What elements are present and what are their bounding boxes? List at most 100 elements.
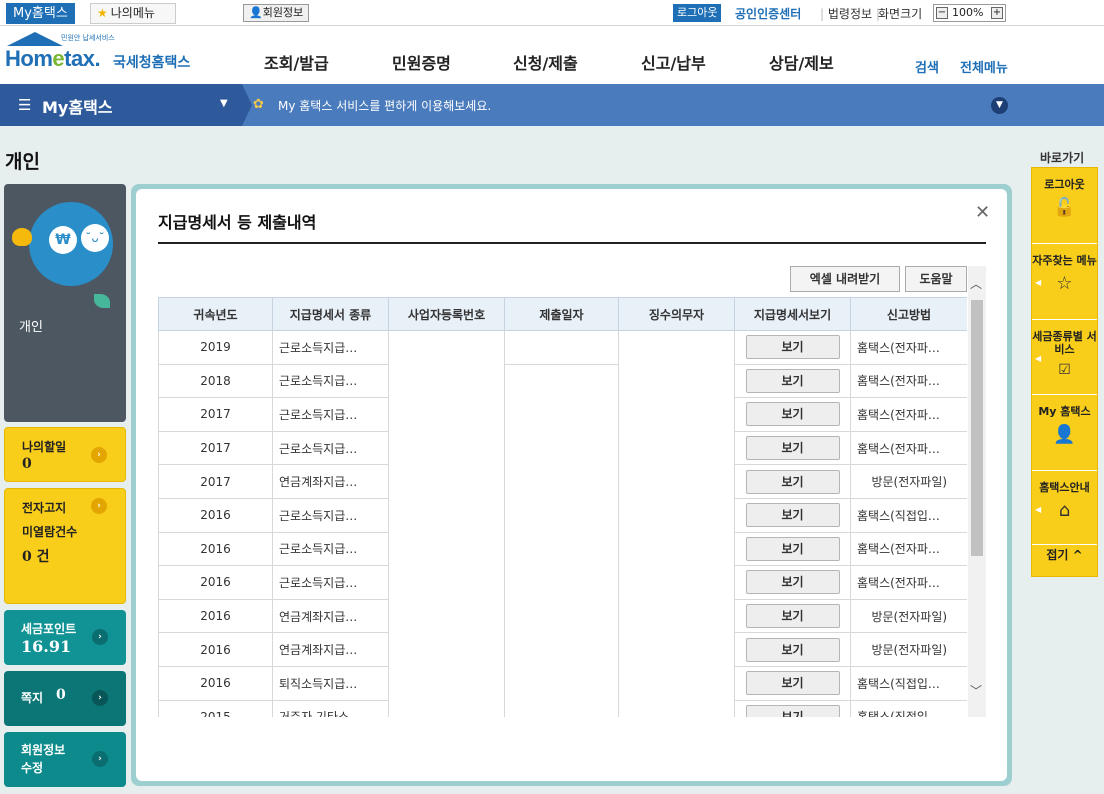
nav-report-pay[interactable]: 신고/납부 bbox=[641, 50, 706, 74]
quick-collapse-button[interactable]: 접기 ^ bbox=[1032, 546, 1097, 563]
view-cell: 보기 bbox=[734, 700, 851, 717]
view-cell: 보기 bbox=[734, 565, 851, 600]
year-cell: 2016 bbox=[158, 632, 273, 667]
search-link[interactable]: 검색 bbox=[915, 57, 939, 76]
chevron-down-icon[interactable]: ﹀ bbox=[970, 682, 982, 699]
excel-download-button[interactable]: 엑셀 내려받기 bbox=[790, 266, 900, 292]
member-edit-card[interactable]: 회원정보 수정 › bbox=[4, 732, 126, 787]
quick-logout[interactable]: 로그아웃 🔓 bbox=[1032, 168, 1097, 244]
nav-certificates[interactable]: 민원증명 bbox=[392, 50, 451, 74]
hometax-logo[interactable]: 민원안 납세서비스 Hometax. 국세청홈택스 bbox=[5, 32, 205, 78]
table-row: 2016 연금계좌지급… 보기 방문(전자파일) bbox=[158, 632, 967, 667]
profile-type: 개인 bbox=[19, 320, 43, 335]
quick-favorites[interactable]: 자주찾는 메뉴 ☆ ◀ bbox=[1032, 244, 1097, 320]
payer-cell bbox=[618, 700, 735, 717]
bar-arrow bbox=[242, 84, 252, 126]
note-card[interactable]: 쪽지 0 › bbox=[4, 671, 126, 726]
view-button[interactable]: 보기 bbox=[745, 368, 840, 393]
view-button[interactable]: 보기 bbox=[745, 436, 840, 461]
view-button[interactable]: 보기 bbox=[745, 503, 840, 528]
table-row: 2017 연금계좌지급… 보기 방문(전자파일) bbox=[158, 464, 967, 499]
profile-card: ₩ ˘ᴗ˘ 개인 bbox=[4, 184, 126, 422]
view-button[interactable]: 보기 bbox=[745, 704, 840, 717]
points-card[interactable]: 세금포인트 16.91 › bbox=[4, 610, 126, 665]
type-cell: 근로소득지급… bbox=[272, 532, 389, 567]
my-menu-label: 나의메뉴 bbox=[110, 6, 155, 20]
method-cell: 홈택스(전자파… bbox=[850, 532, 967, 567]
view-button[interactable]: 보기 bbox=[745, 604, 840, 629]
col-payer[interactable]: 징수의무자 bbox=[618, 297, 735, 331]
view-cell: 보기 bbox=[734, 330, 851, 365]
note-value: 0 bbox=[56, 687, 66, 703]
method-cell: 홈택스(전자파… bbox=[850, 431, 967, 466]
zoom-out-button[interactable]: − bbox=[936, 7, 948, 19]
col-method[interactable]: 신고방법 bbox=[850, 297, 967, 331]
header: 민원안 납세서비스 Hometax. 국세청홈택스 조회/발급 민원증명 신청/… bbox=[0, 26, 1104, 84]
view-button[interactable]: 보기 bbox=[745, 637, 840, 662]
payer-cell bbox=[618, 464, 735, 499]
expand-icon[interactable]: ▼ bbox=[991, 97, 1008, 114]
screen-size-label: 화면크기 bbox=[878, 7, 923, 21]
check-icon: ☑ bbox=[1058, 362, 1071, 378]
view-button[interactable]: 보기 bbox=[745, 570, 840, 595]
zoom-in-button[interactable]: + bbox=[991, 7, 1003, 19]
member-info-label: 회원정보 bbox=[262, 6, 304, 19]
globe-icon: ₩ ˘ᴗ˘ bbox=[29, 202, 113, 286]
nav-consult[interactable]: 상담/제보 bbox=[769, 50, 834, 74]
person-icon: 👤 bbox=[249, 6, 263, 19]
title-divider bbox=[158, 242, 986, 244]
nav-apply[interactable]: 신청/제출 bbox=[513, 50, 578, 74]
close-icon[interactable]: ✕ bbox=[975, 202, 990, 223]
payer-cell bbox=[618, 532, 735, 566]
quick-logout-label: 로그아웃 bbox=[1044, 178, 1085, 191]
caret-left-icon: ◀ bbox=[1035, 505, 1042, 514]
table-row: 2016 근로소득지급… 보기 홈택스(전자파… bbox=[158, 565, 967, 600]
nav-inquiry[interactable]: 조회/발급 bbox=[264, 50, 329, 74]
type-cell: 연금계좌지급… bbox=[272, 599, 389, 634]
quick-my-hometax[interactable]: My 홈택스 👤 bbox=[1032, 395, 1097, 471]
view-button[interactable]: 보기 bbox=[745, 536, 840, 561]
house-icon: ⌂ bbox=[1058, 500, 1071, 521]
separator: | bbox=[820, 7, 825, 21]
law-info-link[interactable]: | 법령정보 | bbox=[820, 5, 880, 22]
table-row: 2016 근로소득지급… 보기 홈택스(직접입… bbox=[158, 498, 967, 533]
person-icon: 👤 bbox=[1053, 424, 1076, 445]
all-menu-link[interactable]: 전체메뉴 bbox=[960, 57, 1008, 76]
scroll-thumb[interactable] bbox=[971, 300, 983, 556]
member-info-button[interactable]: 👤회원정보 bbox=[243, 4, 310, 22]
view-cell: 보기 bbox=[734, 464, 851, 499]
col-type[interactable]: 지급명세서 종류 bbox=[272, 297, 389, 331]
col-date[interactable]: 제출일자 bbox=[504, 297, 619, 331]
quick-tax-services[interactable]: 세금종류별 서비스 ☑ ◀ bbox=[1032, 320, 1097, 395]
cert-center-link[interactable]: 공인인증센터 bbox=[735, 5, 801, 22]
col-bizno[interactable]: 사업자등록번호 bbox=[388, 297, 505, 331]
view-cell: 보기 bbox=[734, 364, 851, 399]
quick-guide[interactable]: 홈택스안내 ⌂ ◀ bbox=[1032, 471, 1097, 545]
my-menu-tab[interactable]: ★ 나의메뉴 bbox=[90, 3, 176, 24]
payer-cell bbox=[618, 565, 735, 600]
logo-roof-icon bbox=[7, 32, 63, 46]
col-year[interactable]: 귀속년도 bbox=[158, 297, 273, 331]
logo-brand-1: Hom bbox=[5, 46, 53, 71]
arrow-right-icon: › bbox=[92, 690, 108, 706]
date-cell bbox=[504, 532, 619, 566]
year-cell: 2019 bbox=[158, 330, 273, 365]
year-cell: 2016 bbox=[158, 666, 273, 701]
todo-card[interactable]: 나의할일 0 › bbox=[4, 427, 126, 482]
notice-card[interactable]: 전자고지 미열람건수 0 건 › bbox=[4, 488, 126, 604]
logout-button[interactable]: 로그아웃 bbox=[673, 4, 722, 22]
view-button[interactable]: 보기 bbox=[745, 469, 840, 494]
my-hometax-tab[interactable]: My홈택스 bbox=[6, 3, 75, 24]
date-cell bbox=[504, 464, 619, 499]
col-view[interactable]: 지급명세서보기 bbox=[734, 297, 851, 331]
table-scrollbar[interactable]: ︿ ﹀ bbox=[968, 266, 986, 717]
view-button[interactable]: 보기 bbox=[745, 671, 840, 696]
logo-krname: 국세청홈택스 bbox=[113, 55, 191, 71]
my-hometax-menu-toggle[interactable] bbox=[0, 84, 242, 126]
method-cell: 홈택스(전자파… bbox=[850, 565, 967, 600]
view-button[interactable]: 보기 bbox=[745, 335, 840, 360]
help-button[interactable]: 도움말 bbox=[905, 266, 967, 292]
chevron-up-icon[interactable]: ︿ bbox=[970, 275, 982, 292]
view-button[interactable]: 보기 bbox=[745, 402, 840, 427]
date-cell bbox=[504, 498, 619, 533]
